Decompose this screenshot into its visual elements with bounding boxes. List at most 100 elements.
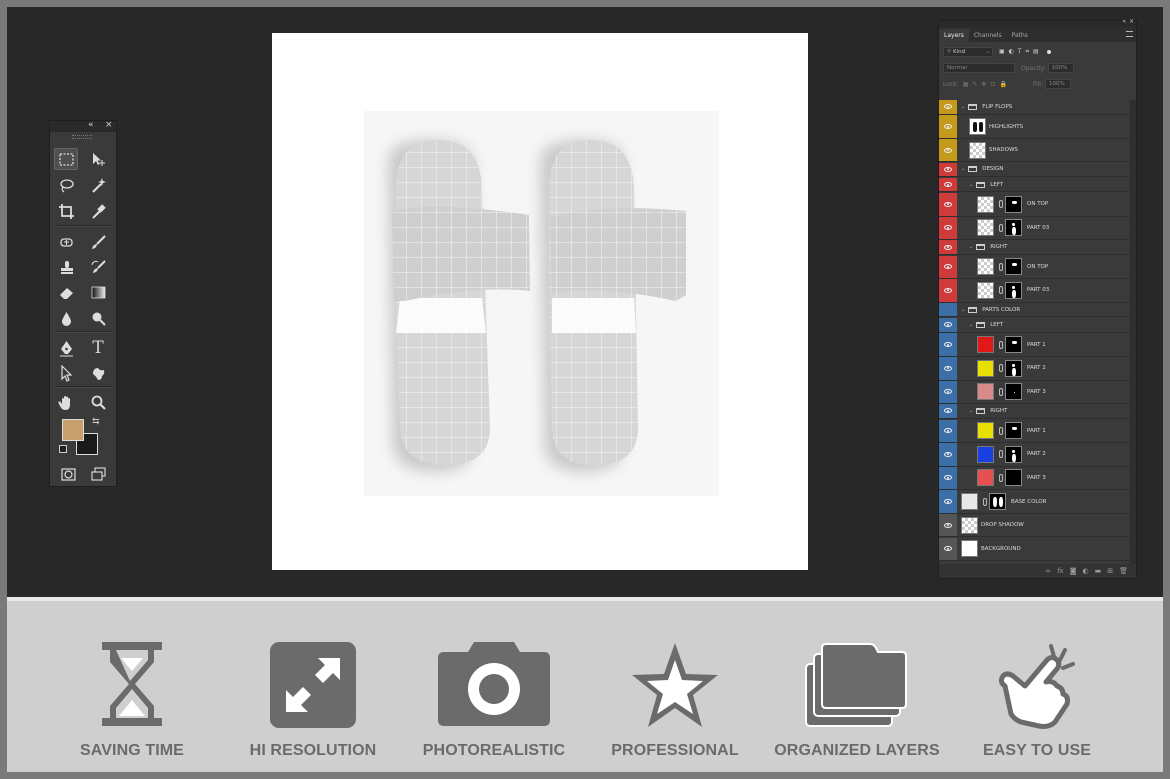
default-colors-icon[interactable] (59, 445, 67, 453)
path-selection-tool-icon[interactable] (54, 362, 78, 384)
quick-mask-icon[interactable] (56, 463, 80, 485)
layer-row[interactable]: PART 1 (939, 419, 1130, 443)
link-icon[interactable] (999, 426, 1003, 435)
filter-toggle-icon[interactable] (1046, 50, 1051, 54)
lock-icons[interactable]: ▦✎✥⊡🔒 (963, 81, 1011, 88)
foreground-color-swatch[interactable] (62, 419, 84, 441)
layer-mask-thumbnail[interactable] (989, 493, 1006, 511)
layer-row[interactable]: BACKGROUND (939, 537, 1130, 561)
link-layers-icon[interactable]: ∞ (1045, 567, 1051, 575)
visibility-toggle[interactable] (939, 333, 957, 356)
type-tool-icon[interactable]: T (86, 337, 110, 359)
layers-scrollbar[interactable] (1130, 100, 1136, 564)
custom-shape-tool-icon[interactable] (86, 362, 110, 384)
layer-group-row[interactable]: ⌄ FLIP FLOPS (939, 100, 1130, 115)
visibility-toggle[interactable] (939, 240, 957, 254)
tab-channels[interactable]: Channels (969, 29, 1007, 42)
visibility-toggle[interactable] (939, 537, 957, 560)
layer-mask-thumbnail[interactable] (1005, 422, 1022, 440)
move-tool-icon[interactable] (86, 148, 110, 170)
group-expand-icon[interactable]: ⌄ (961, 307, 965, 313)
layer-row[interactable]: SHADOWS (939, 138, 1130, 163)
link-icon[interactable] (983, 497, 987, 506)
visibility-toggle[interactable] (939, 404, 957, 418)
link-icon[interactable] (999, 450, 1003, 459)
screen-mode-icon[interactable] (86, 463, 110, 485)
layer-row[interactable]: ON TOP (939, 193, 1130, 217)
visibility-toggle[interactable] (939, 255, 957, 279)
tab-layers[interactable]: Layers (939, 29, 969, 42)
group-expand-icon[interactable]: ⌄ (969, 408, 973, 414)
swap-colors-icon[interactable]: ⇆ (92, 416, 100, 427)
link-icon[interactable] (999, 200, 1003, 209)
link-icon[interactable] (999, 262, 1003, 271)
layer-group-row[interactable]: ⌄ LEFT (939, 177, 1130, 193)
history-brush-tool-icon[interactable] (86, 256, 110, 278)
magic-wand-tool-icon[interactable] (86, 174, 110, 196)
layer-row[interactable]: PART 3 (939, 466, 1130, 491)
layer-group-row[interactable]: ⌄ DESIGN (939, 162, 1130, 177)
spot-healing-brush-icon[interactable] (54, 231, 78, 253)
layer-group-row[interactable]: ⌄ RIGHT (939, 404, 1130, 419)
crop-tool-icon[interactable] (54, 200, 78, 222)
layer-mask-thumbnail[interactable] (1005, 383, 1022, 401)
adjustment-layer-icon[interactable]: ◐ (1083, 567, 1089, 575)
visibility-toggle[interactable] (939, 100, 957, 114)
new-layer-icon[interactable]: ⊞ (1107, 567, 1113, 575)
link-icon[interactable] (999, 364, 1003, 373)
visibility-toggle[interactable] (939, 162, 957, 176)
new-group-icon[interactable]: ▬ (1095, 567, 1102, 575)
layer-mask-thumbnail[interactable] (1005, 445, 1022, 463)
fill-input[interactable]: 100% (1044, 79, 1071, 89)
brush-tool-icon[interactable] (86, 231, 110, 253)
layer-row[interactable]: ON TOP (939, 255, 1130, 280)
dodge-tool-icon[interactable] (86, 307, 110, 329)
collapse-panel-icon[interactable]: « (88, 120, 94, 130)
group-expand-icon[interactable]: ⌄ (961, 166, 965, 172)
opacity-input[interactable]: 100% (1047, 63, 1074, 73)
visibility-toggle[interactable] (939, 490, 957, 513)
layer-group-row[interactable]: ⌄ RIGHT (939, 240, 1130, 255)
visibility-toggle[interactable] (939, 177, 957, 192)
link-icon[interactable] (999, 473, 1003, 482)
filter-icons[interactable]: ▣◐T⌗▤ (999, 48, 1043, 56)
visibility-toggle[interactable] (939, 513, 957, 537)
layer-row[interactable]: HIGHLIGHTS (939, 115, 1130, 139)
close-icon[interactable]: × (1129, 18, 1134, 25)
visibility-toggle[interactable] (939, 443, 957, 466)
link-icon[interactable] (999, 387, 1003, 396)
group-expand-icon[interactable]: ⌄ (969, 322, 973, 328)
layer-style-icon[interactable]: fx (1057, 567, 1064, 575)
layer-row[interactable]: DROP SHADOW (939, 513, 1130, 538)
rectangular-marquee-tool-icon[interactable] (54, 148, 78, 170)
clone-stamp-tool-icon[interactable] (54, 256, 78, 278)
visibility-toggle[interactable] (939, 216, 957, 240)
eraser-tool-icon[interactable] (54, 281, 78, 303)
layer-group-row[interactable]: ⌄ LEFT (939, 318, 1130, 333)
visibility-toggle[interactable] (939, 115, 957, 138)
add-mask-icon[interactable]: ◙ (1070, 567, 1077, 575)
visibility-toggle[interactable] (939, 466, 957, 490)
visibility-toggle[interactable] (939, 193, 957, 216)
close-icon[interactable]: × (105, 120, 113, 130)
pen-tool-icon[interactable] (54, 337, 78, 359)
blur-tool-icon[interactable] (54, 307, 78, 329)
delete-layer-icon[interactable]: 🗑 (1119, 567, 1128, 575)
lasso-tool-icon[interactable] (54, 174, 78, 196)
layer-row[interactable]: PART 2 (939, 357, 1130, 381)
eyedropper-tool-icon[interactable] (86, 200, 110, 222)
layer-mask-thumbnail[interactable] (1005, 336, 1022, 354)
layer-mask-thumbnail[interactable] (1005, 469, 1022, 487)
visibility-toggle[interactable] (939, 138, 957, 162)
layer-row[interactable]: PART 3 (939, 380, 1130, 405)
document-canvas[interactable] (272, 33, 808, 570)
tab-paths[interactable]: Paths (1007, 29, 1033, 42)
layer-row[interactable]: BASE COLOR (939, 490, 1130, 514)
panel-menu-icon[interactable] (1126, 31, 1133, 37)
layer-mask-thumbnail[interactable] (1005, 195, 1022, 213)
zoom-tool-icon[interactable] (86, 391, 110, 413)
group-expand-icon[interactable]: ⌄ (961, 104, 965, 110)
layer-row[interactable]: PART 03 (939, 279, 1130, 303)
filter-kind-select[interactable]: ⚲ Kind ⌄ (943, 47, 993, 57)
hand-tool-icon[interactable] (54, 391, 78, 413)
